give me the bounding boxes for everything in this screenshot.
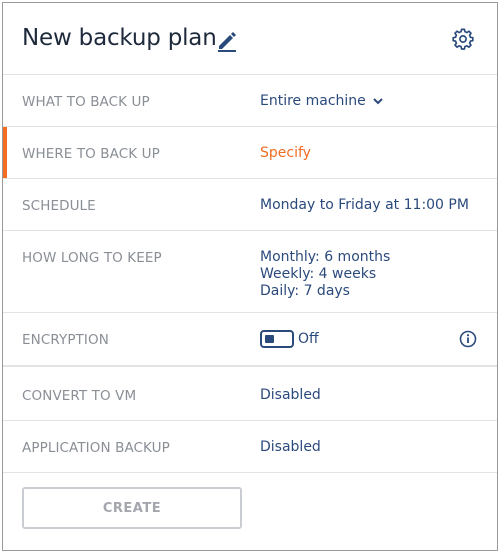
backup-plan-panel: New backup plan WHAT TO BACK UP Entire m… [2,2,498,551]
plan-title: New backup plan [22,25,217,51]
schedule-value[interactable]: Monday to Friday at 11:00 PM [260,197,469,214]
what-to-back-up-value: Entire machine [260,93,366,109]
row-encryption: ENCRYPTION Off [3,313,497,367]
gear-icon[interactable] [452,28,474,50]
row-application-backup: APPLICATION BACKUP Disabled [3,421,497,473]
row-schedule: SCHEDULE Monday to Friday at 11:00 PM [3,179,497,231]
panel-footer: CREATE [3,472,497,550]
row-convert-to-vm: CONVERT TO VM Disabled [3,369,497,421]
what-to-back-up-dropdown[interactable]: Entire machine [260,93,384,110]
encryption-toggle[interactable] [260,330,294,348]
row-where-to-back-up: WHERE TO BACK UP Specify [3,127,497,179]
where-to-back-up-label: WHERE TO BACK UP [22,146,160,162]
retention-values[interactable]: Monthly: 6 months Weekly: 4 weeks Daily:… [260,249,390,300]
schedule-label: SCHEDULE [22,198,96,214]
convert-to-vm-value[interactable]: Disabled [260,387,321,404]
row-how-long-to-keep: HOW LONG TO KEEP Monthly: 6 months Weekl… [3,231,497,313]
row-what-to-back-up: WHAT TO BACK UP Entire machine [3,75,497,127]
specify-link[interactable]: Specify [260,145,311,162]
encryption-state: Off [298,331,319,347]
panel-header: New backup plan [3,3,497,75]
encryption-label: ENCRYPTION [22,332,109,348]
create-button[interactable]: CREATE [22,487,242,529]
toggle-knob [265,335,274,343]
how-long-to-keep-label: HOW LONG TO KEEP [22,250,162,266]
retention-daily: Daily: 7 days [260,283,350,299]
retention-monthly: Monthly: 6 months [260,249,391,265]
pencil-icon[interactable] [216,30,238,52]
info-icon[interactable] [459,330,477,348]
application-backup-value[interactable]: Disabled [260,439,321,456]
convert-to-vm-label: CONVERT TO VM [22,388,137,404]
application-backup-label: APPLICATION BACKUP [22,440,170,456]
retention-weekly: Weekly: 4 weeks [260,266,377,282]
what-to-back-up-label: WHAT TO BACK UP [22,94,150,110]
chevron-down-icon [373,98,383,105]
